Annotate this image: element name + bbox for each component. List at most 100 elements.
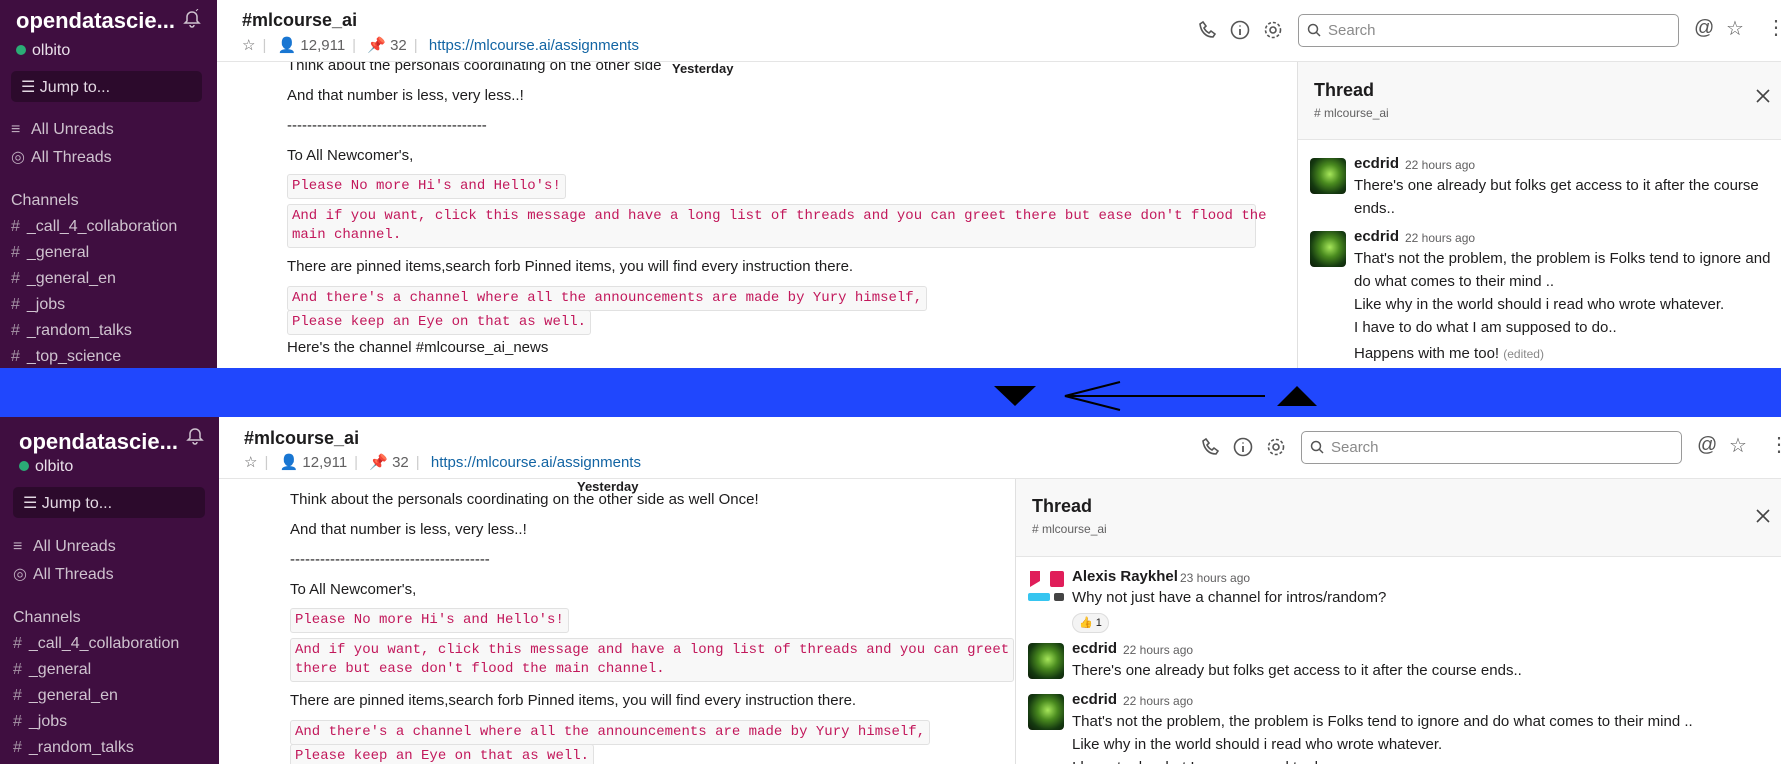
channel-item[interactable]: # _random_talks [11,322,132,340]
more-icon[interactable]: ⋮ [1769,432,1781,456]
info-icon[interactable] [1229,19,1251,41]
star-icon[interactable]: ☆ [244,454,257,471]
star-icon[interactable]: ☆ [1726,16,1748,40]
timestamp[interactable]: 22 hours ago [1123,643,1193,657]
all-threads[interactable]: ◎ All Threads [11,147,112,167]
members-icon[interactable]: 👤 [280,454,299,471]
sidebar: opendatascie... olbito ☰ Jump to... ≡ All… [0,0,217,368]
pin-count[interactable]: 32 [392,454,409,471]
channel-item[interactable]: # _general [13,661,91,679]
mention-icon[interactable]: @ [1697,434,1719,456]
avatar[interactable] [1028,694,1064,730]
star-icon[interactable]: ☆ [242,37,255,54]
transition-band [0,368,1781,417]
pin-icon[interactable]: 📌 [369,454,388,471]
close-icon[interactable] [1755,508,1771,524]
workspace-name[interactable]: opendatascie... [16,8,175,34]
thread-panel: Thread # mlcourse_ai ecdrid 22 hours ago… [1297,62,1781,368]
sidebar: opendatascie... olbito ☰ Jump to... ≡ All… [0,417,219,764]
channels-heading[interactable]: Channels [11,192,79,210]
message-text: Think about the personals coordinating o… [287,62,712,74]
channel-item[interactable]: # _top_science [11,348,121,366]
channel-title[interactable]: #mlcourse_ai [244,428,359,449]
pin-count[interactable]: 32 [390,37,407,54]
pin-icon[interactable]: 📌 [367,37,386,54]
unreads-icon: ≡ [13,538,23,555]
timestamp[interactable]: 23 hours ago [1180,571,1250,585]
timestamp[interactable]: 22 hours ago [1405,158,1475,172]
author-name[interactable]: Alexis Raykhel [1072,568,1178,585]
channel-header: #mlcourse_ai ☆ | 👤 12,911 | 📌 32 | https://… [219,417,1781,479]
channel-item[interactable]: # _general_en [13,687,118,705]
jump-to-button[interactable]: ☰ Jump to... [11,71,202,102]
channel-item[interactable]: # _general [11,244,89,262]
thread-title: Thread [1314,80,1375,100]
message-text: To All Newcomer's, [287,147,414,164]
member-count[interactable]: 12,911 [302,454,347,471]
code-snippet: And there's a channel where all the anno… [290,720,931,745]
channel-title[interactable]: #mlcourse_ai [242,10,357,31]
avatar[interactable] [1310,158,1346,194]
channel-item[interactable]: # _general_en [11,270,116,288]
bell-icon[interactable] [185,426,205,446]
members-icon[interactable]: 👤 [278,37,297,54]
arrow-up-icon [1277,386,1317,406]
current-user[interactable]: olbito [16,42,70,60]
thread-channel[interactable]: # mlcourse_ai [1314,106,1389,120]
gear-icon[interactable] [1265,436,1287,458]
current-user[interactable]: olbito [19,458,73,476]
gear-icon[interactable] [1262,19,1284,41]
channel-item[interactable]: # _random_talks [13,739,134,757]
jump-to-button[interactable]: ☰ Jump to... [13,487,205,518]
channels-heading[interactable]: Channels [13,609,81,627]
channel-item[interactable]: # _call_4_collaboration [11,218,177,236]
message-body: There's one already but folks get access… [1354,177,1759,217]
arrow-down-icon [994,386,1036,406]
channel-link[interactable]: https://mlcourse.ai/assignments [429,37,639,54]
date-divider[interactable]: Yesterday [664,62,742,78]
channel-link[interactable]: https://mlcourse.ai/assignments [431,454,641,471]
search-input[interactable]: Search [1301,431,1682,464]
all-threads[interactable]: ◎ All Threads [13,564,114,584]
channel-item[interactable]: # _call_4_collaboration [13,635,179,653]
star-icon[interactable]: ☆ [1729,433,1751,457]
message-body: That's not the problem, the problem is F… [1354,250,1771,336]
search-input[interactable]: Search [1298,14,1679,47]
phone-icon[interactable] [1197,19,1219,41]
thread-header: Thread # mlcourse_ai [1298,62,1781,140]
search-icon [1310,440,1324,454]
author-name[interactable]: ecdrid [1072,691,1117,708]
thread-channel[interactable]: # mlcourse_ai [1032,522,1107,536]
phone-icon[interactable] [1200,436,1222,458]
timestamp[interactable]: 22 hours ago [1405,231,1475,245]
avatar[interactable] [1028,643,1064,679]
code-snippet: Please keep an Eye on that as well. [290,744,595,764]
threads-icon: ◎ [11,149,25,166]
channel-item[interactable]: # _jobs [13,713,67,731]
author-name[interactable]: ecdrid [1354,155,1399,172]
workspace-name[interactable]: opendatascie... [19,429,178,455]
more-icon[interactable]: ⋮ [1766,15,1781,39]
code-snippet: And if you want, click this message and … [287,204,1267,248]
arrow-left-icon [1064,381,1265,411]
message-list: Think about the personals coordinating o… [217,62,1297,368]
reaction-thumbs-up[interactable]: 👍 1 [1072,613,1109,633]
timestamp[interactable]: 22 hours ago [1123,694,1193,708]
message-text: There are pinned items,search forb Pinne… [287,258,854,275]
author-name[interactable]: ecdrid [1072,640,1117,657]
message-text: To All Newcomer's, [290,581,417,598]
close-icon[interactable] [1755,88,1771,104]
avatar[interactable] [1028,571,1066,609]
bell-icon[interactable] [182,9,202,29]
channel-header: #mlcourse_ai ☆ | 👤 12,911 | 📌 32 | https://… [217,0,1781,62]
member-count[interactable]: 12,911 [300,37,345,54]
info-icon[interactable] [1232,436,1254,458]
author-name[interactable]: ecdrid [1354,228,1399,245]
all-unreads[interactable]: ≡ All Unreads [11,121,114,139]
channel-item[interactable]: # _jobs [11,296,65,314]
mention-icon[interactable]: @ [1694,17,1716,39]
jump-icon: ☰ [23,495,38,512]
code-snippet: And if you want, click this message and … [290,638,1015,682]
avatar[interactable] [1310,231,1346,267]
all-unreads[interactable]: ≡ All Unreads [13,538,116,556]
